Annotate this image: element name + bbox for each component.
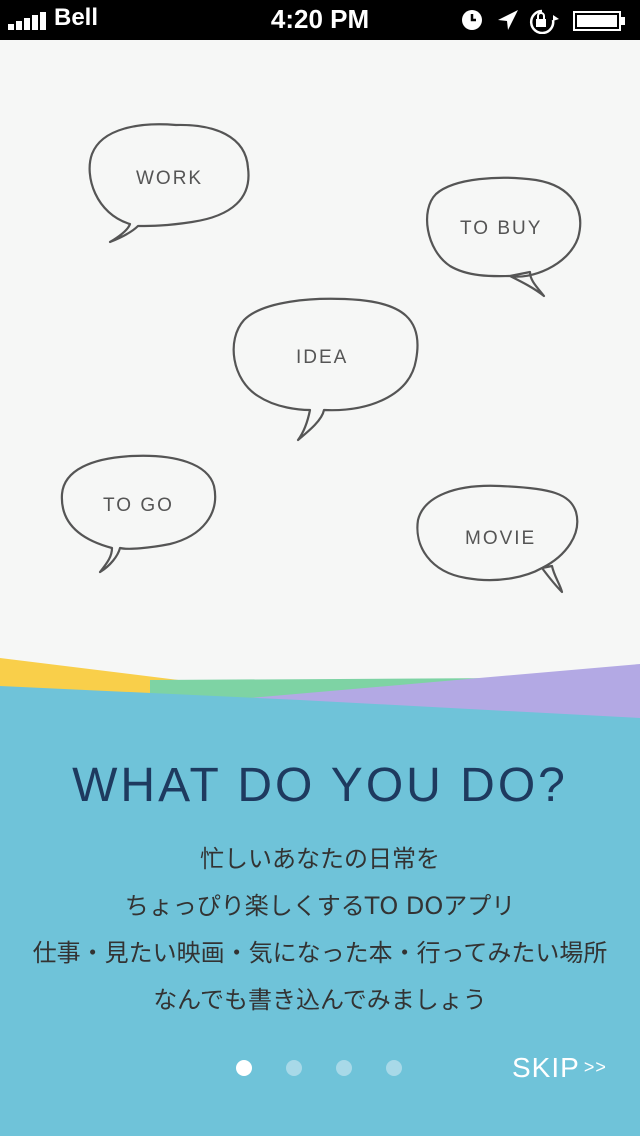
bubble-label-movie: MOVIE	[465, 528, 537, 549]
description-line: 仕事・見たい映画・気になった本・行ってみたい場所	[32, 939, 608, 967]
skip-arrows-icon: >>	[583, 1057, 607, 1077]
description-line: なんでも書き込んでみましょう	[153, 986, 487, 1014]
page-dot-2[interactable]	[286, 1060, 302, 1076]
bubble-label-work: WORK	[136, 168, 204, 189]
page-dot-4[interactable]	[386, 1060, 402, 1076]
description: 忙しいあなたの日常を ちょっぴり楽しくするTO DOアプリ 仕事・見たい映画・気…	[0, 836, 640, 1024]
bubble-label-to-buy: TO BUY	[460, 218, 543, 239]
location-arrow-icon	[498, 10, 518, 30]
idea-bubble-shape	[232, 297, 419, 442]
page-dot-3[interactable]	[336, 1060, 352, 1076]
page-dot-1[interactable]	[236, 1060, 252, 1076]
rotation-lock-icon	[529, 9, 559, 34]
skip-button[interactable]: SKIP >>	[512, 1052, 607, 1084]
status-bar: Bell 4:20 PM	[0, 0, 640, 40]
status-icons	[462, 9, 625, 34]
description-line: ちょっぴり楽しくするTO DOアプリ	[124, 892, 516, 920]
bubble-label-to-go: TO GO	[103, 495, 174, 516]
clock-icon	[462, 10, 482, 30]
battery-icon	[573, 11, 625, 31]
description-line: 忙しいあなたの日常を	[200, 845, 440, 873]
headline: WHAT DO YOU DO?	[72, 759, 568, 812]
bubbles-illustration: WORK TO BUY IDEA TO GO MOVIE	[0, 40, 640, 680]
bubble-label-idea: IDEA	[296, 347, 349, 368]
skip-label: SKIP	[512, 1052, 580, 1083]
